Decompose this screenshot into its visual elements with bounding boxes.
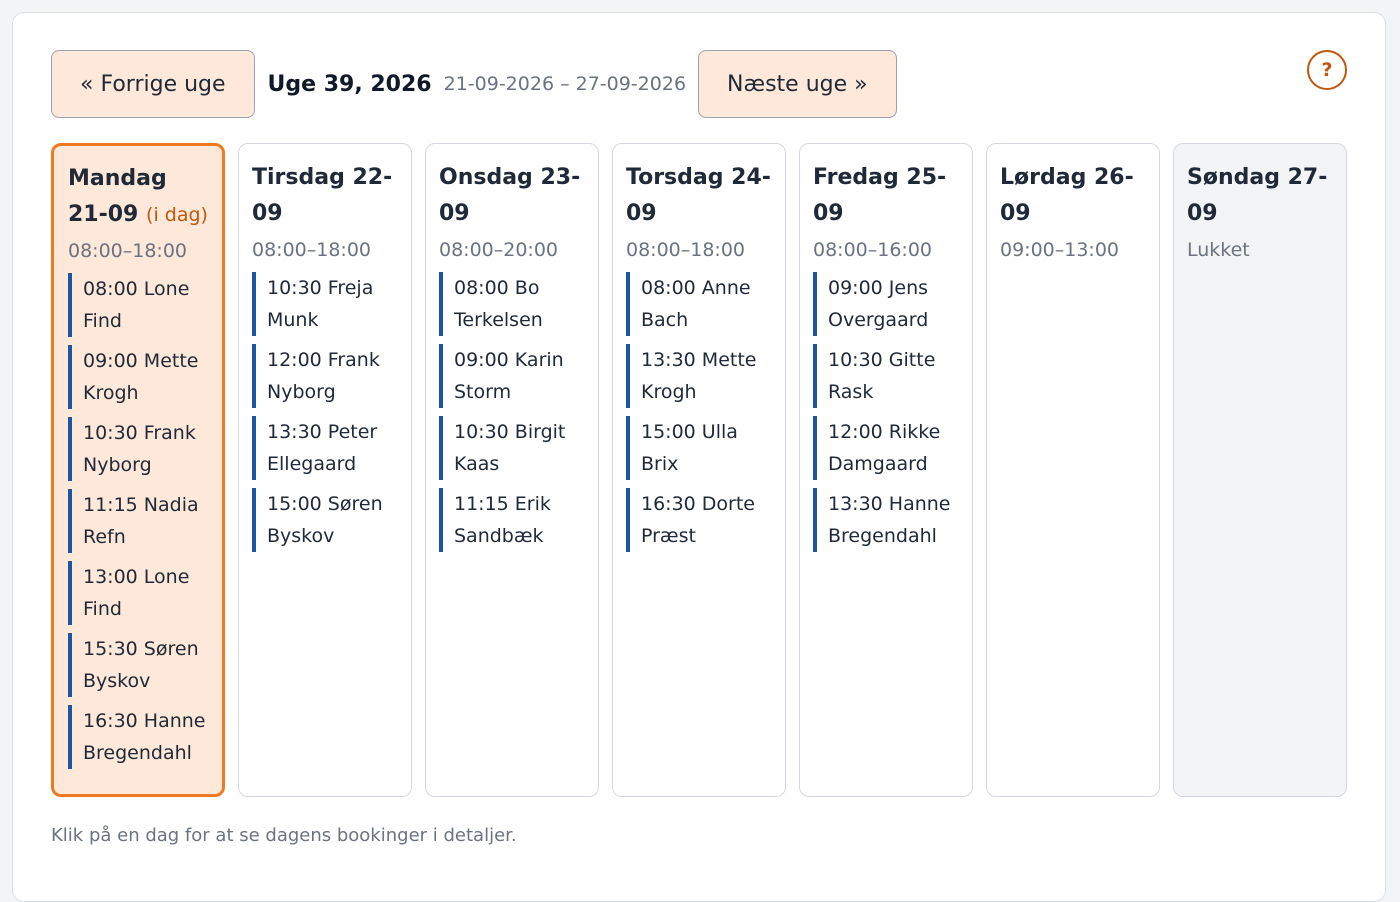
day-title: Torsdag 24-09: [626, 165, 771, 226]
booking-item[interactable]: 16:30 Hanne Bregendahl: [68, 705, 222, 769]
day-card-monday[interactable]: Mandag 21-09 (i dag) 08:00–18:00 08:00 L…: [51, 143, 225, 797]
today-badge: (i dag): [146, 204, 208, 226]
booking-item[interactable]: 15:00 Ulla Brix: [626, 416, 785, 480]
booking-item[interactable]: 09:00 Jens Overgaard: [813, 272, 972, 336]
day-card-tuesday[interactable]: Tirsdag 22-09 08:00–18:00 10:30 Freja Mu…: [238, 143, 412, 797]
week-date-range: 21-09-2026 – 27-09-2026: [443, 73, 687, 95]
week-calendar-panel: « Forrige uge Uge 39, 2026 21-09-2026 – …: [12, 12, 1386, 902]
day-title: Fredag 25-09: [813, 165, 947, 226]
day-title: Søndag 27-09: [1187, 165, 1328, 226]
booking-item[interactable]: 08:00 Anne Bach: [626, 272, 785, 336]
help-icon[interactable]: ?: [1307, 50, 1347, 90]
week-title: Uge 39, 2026: [267, 71, 432, 97]
booking-item[interactable]: 10:30 Gitte Rask: [813, 344, 972, 408]
closed-label: Lukket: [1187, 239, 1250, 261]
day-title: Lørdag 26-09: [1000, 165, 1134, 226]
booking-item[interactable]: 09:00 Mette Krogh: [68, 345, 222, 409]
next-week-button[interactable]: Næste uge »: [698, 50, 897, 118]
booking-item[interactable]: 08:00 Bo Terkelsen: [439, 272, 598, 336]
booking-item[interactable]: 09:00 Karin Storm: [439, 344, 598, 408]
booking-item[interactable]: 10:30 Freja Munk: [252, 272, 411, 336]
booking-item[interactable]: 13:00 Lone Find: [68, 561, 222, 625]
day-card-sunday[interactable]: Søndag 27-09 Lukket: [1173, 143, 1347, 797]
booking-item[interactable]: 12:00 Frank Nyborg: [252, 344, 411, 408]
days-row: Mandag 21-09 (i dag) 08:00–18:00 08:00 L…: [51, 143, 1347, 797]
booking-item[interactable]: 16:30 Dorte Præst: [626, 488, 785, 552]
day-title: Mandag 21-09 (i dag): [68, 166, 208, 227]
booking-item[interactable]: 13:30 Hanne Bregendahl: [813, 488, 972, 552]
day-title: Onsdag 23-09: [439, 165, 581, 226]
opening-hours: 08:00–16:00: [813, 239, 933, 261]
day-card-thursday[interactable]: Torsdag 24-09 08:00–18:00 08:00 Anne Bac…: [612, 143, 786, 797]
opening-hours: 09:00–13:00: [1000, 239, 1120, 261]
booking-item[interactable]: 10:30 Frank Nyborg: [68, 417, 222, 481]
opening-hours: 08:00–18:00: [68, 240, 188, 262]
booking-item[interactable]: 10:30 Birgit Kaas: [439, 416, 598, 480]
day-card-saturday[interactable]: Lørdag 26-09 09:00–13:00: [986, 143, 1160, 797]
booking-item[interactable]: 08:00 Lone Find: [68, 273, 222, 337]
booking-item[interactable]: 15:00 Søren Byskov: [252, 488, 411, 552]
booking-item[interactable]: 15:30 Søren Byskov: [68, 633, 222, 697]
booking-item[interactable]: 12:00 Rikke Damgaard: [813, 416, 972, 480]
opening-hours: 08:00–18:00: [252, 239, 372, 261]
day-card-friday[interactable]: Fredag 25-09 08:00–16:00 09:00 Jens Over…: [799, 143, 973, 797]
booking-item[interactable]: 11:15 Nadia Refn: [68, 489, 222, 553]
help-hint-text: Klik på en dag for at se dagens bookinge…: [51, 825, 517, 846]
booking-item[interactable]: 11:15 Erik Sandbæk: [439, 488, 598, 552]
day-title: Tirsdag 22-09: [252, 165, 393, 226]
opening-hours: 08:00–20:00: [439, 239, 559, 261]
booking-item[interactable]: 13:30 Mette Krogh: [626, 344, 785, 408]
day-card-wednesday[interactable]: Onsdag 23-09 08:00–20:00 08:00 Bo Terkel…: [425, 143, 599, 797]
booking-item[interactable]: 13:30 Peter Ellegaard: [252, 416, 411, 480]
week-toolbar: « Forrige uge Uge 39, 2026 21-09-2026 – …: [51, 50, 1347, 118]
previous-week-button[interactable]: « Forrige uge: [51, 50, 255, 118]
opening-hours: 08:00–18:00: [626, 239, 746, 261]
